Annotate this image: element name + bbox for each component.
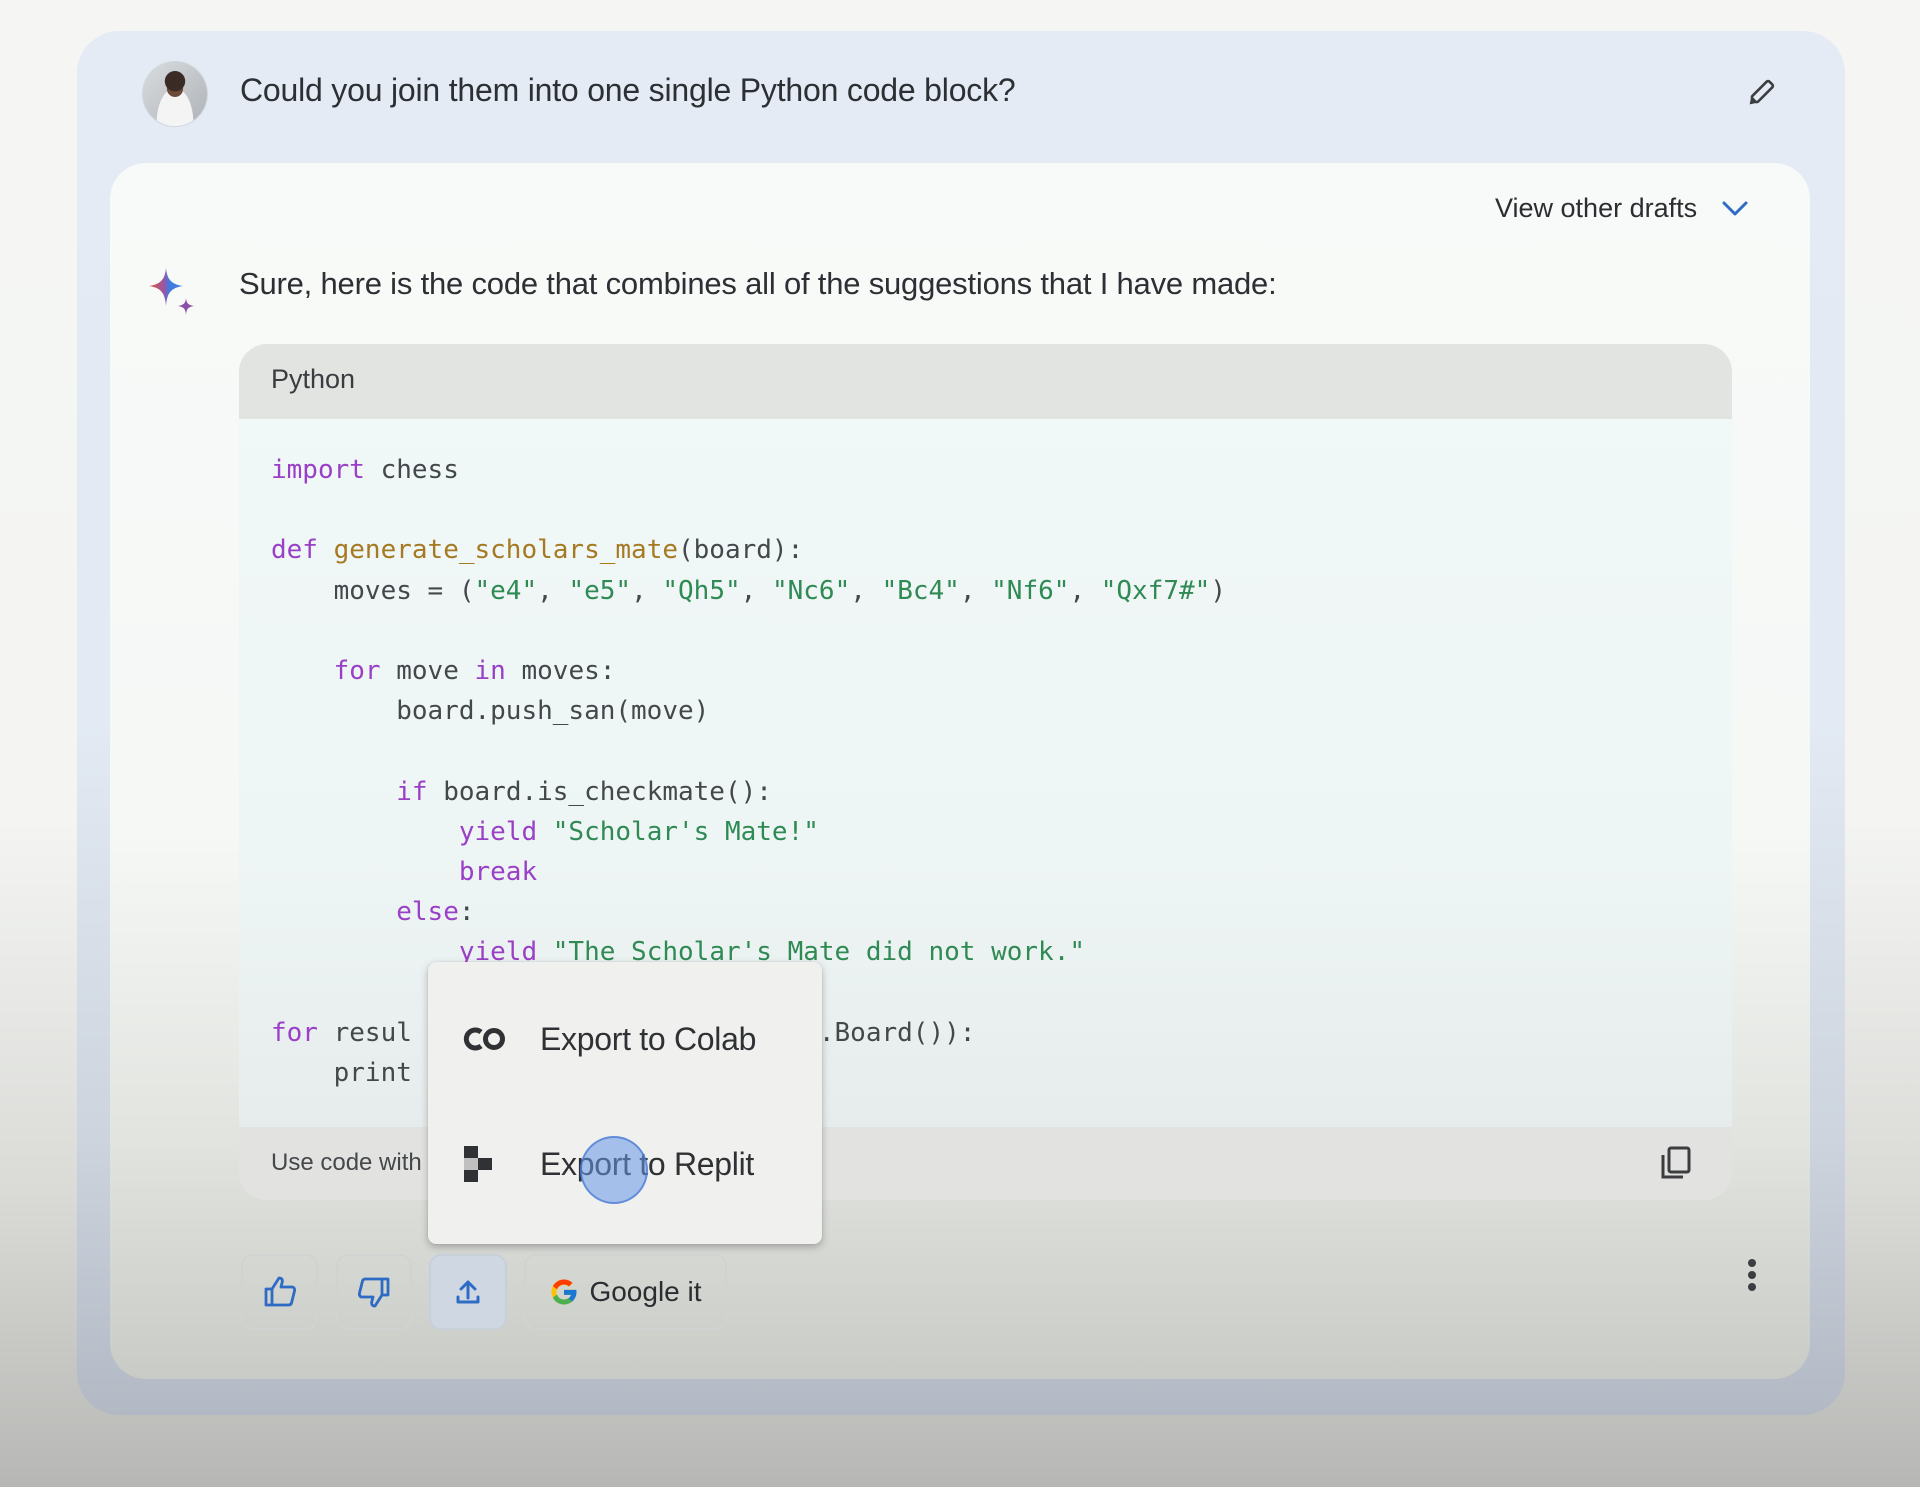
share-icon xyxy=(456,1280,480,1304)
code-text: (board): xyxy=(678,535,804,566)
code-line: yield "Scholar's Mate!" xyxy=(271,812,1226,852)
code-line: board.push_san(move) xyxy=(271,691,1226,731)
code-text: board.is_checkmate(): xyxy=(427,776,772,807)
code-text: , xyxy=(631,575,663,606)
google-it-button[interactable]: Google it xyxy=(524,1254,727,1330)
code-keyword: for xyxy=(333,655,381,686)
code-string: "Nc6" xyxy=(771,575,851,606)
menu-item-label: Export to Colab xyxy=(540,1020,757,1057)
user-avatar xyxy=(143,62,207,126)
share-export-button[interactable] xyxy=(429,1254,507,1330)
view-other-drafts-label: View other drafts xyxy=(1495,193,1698,223)
code-keyword: in xyxy=(474,655,506,686)
code-line: for move in moves: xyxy=(271,651,1226,691)
copy-code-button[interactable] xyxy=(1656,1143,1696,1183)
more-options-button[interactable] xyxy=(1738,1255,1766,1299)
code-keyword: if xyxy=(396,776,428,807)
code-text: chess xyxy=(364,455,459,485)
colab-icon xyxy=(462,1025,522,1053)
view-other-drafts-button[interactable]: View other drafts xyxy=(1495,193,1749,224)
code-text: moves: xyxy=(505,655,616,686)
chevron-down-icon xyxy=(1722,201,1748,215)
code-text: move xyxy=(380,655,475,686)
user-prompt-text: Could you join them into one single Pyth… xyxy=(240,72,1016,108)
google-it-label: Google it xyxy=(589,1276,702,1307)
code-keyword: def xyxy=(271,535,318,566)
code-text: , xyxy=(740,575,772,606)
code-string: "Bc4" xyxy=(881,575,960,606)
code-string: "Nf6" xyxy=(991,575,1070,606)
menu-item-export-colab[interactable]: Export to Colab xyxy=(428,984,822,1094)
code-keyword: yield xyxy=(458,816,538,847)
code-language-label: Python xyxy=(271,364,356,394)
thumbs-down-button[interactable] xyxy=(336,1254,412,1330)
replit-icon xyxy=(462,1144,522,1184)
code-text: print xyxy=(271,1057,412,1088)
code-function-name: generate_scholars_mate xyxy=(333,535,678,566)
code-line: def generate_scholars_mate(board): xyxy=(271,530,1226,570)
code-keyword: for xyxy=(271,1017,318,1048)
code-line: moves = ("e4", "e5", "Qh5", "Nc6", "Bc4"… xyxy=(271,571,1226,611)
code-text: , xyxy=(959,575,992,606)
code-line: else: xyxy=(271,892,1226,932)
edit-prompt-button[interactable] xyxy=(1744,76,1778,110)
code-text: , xyxy=(850,575,882,606)
code-text: moves = ( xyxy=(271,575,475,606)
code-string: "e4" xyxy=(474,575,538,606)
code-text: , xyxy=(537,575,569,606)
export-menu: Export to Colab Export to Replit xyxy=(428,962,822,1244)
google-g-icon xyxy=(551,1279,577,1305)
code-keyword: else xyxy=(396,897,459,928)
code-keyword: break xyxy=(458,856,538,887)
menu-item-label: Export to Replit xyxy=(540,1145,754,1182)
response-intro-text: Sure, here is the code that combines all… xyxy=(239,266,1277,301)
thumbs-down-icon xyxy=(357,1277,390,1308)
code-text: : xyxy=(458,897,475,928)
code-block-header: Python xyxy=(239,344,1732,419)
sparkle-icon xyxy=(145,266,197,318)
code-line: if board.is_checkmate(): xyxy=(271,772,1226,812)
code-text: resul xyxy=(317,1017,412,1048)
thumbs-up-icon xyxy=(264,1276,296,1307)
code-text: board.push_san(move) xyxy=(271,696,710,727)
code-line: import chess xyxy=(271,450,1226,490)
code-string: "Qh5" xyxy=(662,575,741,606)
menu-item-export-replit[interactable]: Export to Replit xyxy=(428,1109,822,1219)
copy-icon xyxy=(1661,1146,1691,1179)
code-string: "Qxf7#" xyxy=(1100,575,1211,606)
code-disclaimer-text: Use code with xyxy=(271,1149,422,1176)
more-vert-icon xyxy=(1748,1259,1756,1291)
code-string: "e5" xyxy=(568,575,632,606)
thumbs-up-button[interactable] xyxy=(241,1254,318,1330)
code-text: ) xyxy=(1210,575,1226,606)
pencil-icon xyxy=(1749,79,1775,105)
code-keyword: import xyxy=(271,455,365,485)
code-line: break xyxy=(271,852,1226,892)
code-string: "Scholar's Mate!" xyxy=(552,816,819,847)
code-text: , xyxy=(1069,575,1101,606)
